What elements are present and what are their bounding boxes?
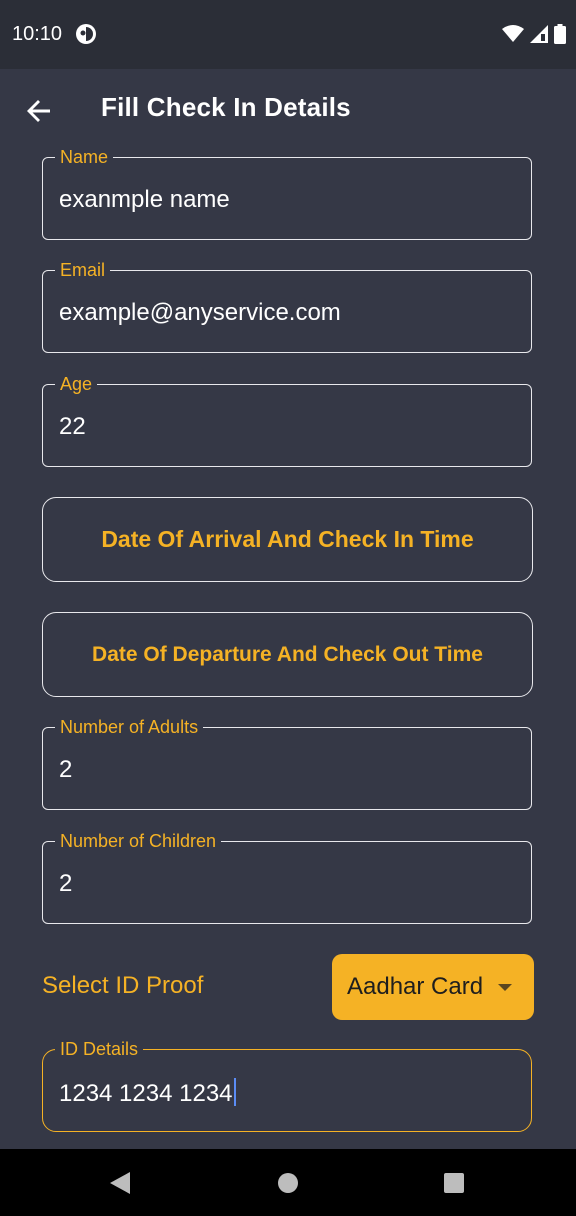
age-field[interactable]: Age 22 — [42, 374, 532, 467]
page-title: Fill Check In Details — [101, 92, 351, 122]
signal-icon — [530, 25, 548, 43]
adults-field[interactable]: Number of Adults 2 — [42, 717, 532, 810]
name-field[interactable]: Name exanmple name — [42, 147, 532, 240]
arrival-datetime-button-label: Date Of Arrival And Check In Time — [101, 526, 474, 552]
age-field-value: 22 — [59, 413, 86, 440]
departure-datetime-button[interactable]: Date Of Departure And Check Out Time — [42, 612, 533, 697]
age-field-label: Age — [55, 374, 98, 394]
departure-datetime-button-label: Date Of Departure And Check Out Time — [92, 642, 483, 666]
wifi-icon — [502, 25, 524, 42]
children-field-label: Number of Children — [55, 831, 222, 851]
id-details-field-value: 1234 1234 1234 — [59, 1078, 236, 1108]
app-bar: Fill Check In Details — [0, 69, 576, 149]
text-cursor — [233, 1078, 236, 1106]
id-proof-dropdown[interactable]: Aadhar Card — [332, 954, 534, 1020]
circle-home-icon[interactable] — [277, 1171, 299, 1195]
name-field-label: Name — [55, 147, 114, 167]
app-notification-icon — [76, 24, 96, 44]
id-details-field[interactable]: ID Details 1234 1234 1234 — [42, 1039, 532, 1132]
arrival-datetime-button[interactable]: Date Of Arrival And Check In Time — [42, 497, 533, 582]
status-icons — [502, 22, 566, 46]
children-field-value: 2 — [59, 870, 73, 897]
status-time: 10:10 — [12, 23, 63, 45]
battery-icon — [554, 24, 566, 44]
id-proof-label: Select ID Proof — [42, 972, 204, 999]
status-bar: 10:10 — [0, 0, 576, 69]
id-details-field-label: ID Details — [55, 1039, 144, 1059]
id-proof-selected: Aadhar Card — [347, 973, 484, 1000]
adults-field-label: Number of Adults — [55, 717, 204, 737]
system-nav-bar — [0, 1149, 576, 1216]
adults-field-value: 2 — [59, 756, 73, 783]
dropdown-arrow-icon — [498, 984, 512, 991]
email-field[interactable]: Email example@anyservice.com — [42, 260, 532, 353]
children-field[interactable]: Number of Children 2 — [42, 831, 532, 924]
name-field-value: exanmple name — [59, 186, 230, 213]
square-recents-icon[interactable] — [443, 1171, 465, 1195]
email-field-label: Email — [55, 260, 111, 280]
email-field-value: example@anyservice.com — [59, 299, 341, 326]
id-details-text: 1234 1234 1234 — [59, 1080, 233, 1107]
back-button[interactable] — [20, 91, 60, 131]
triangle-back-icon[interactable] — [109, 1171, 131, 1195]
arrow-left-icon — [27, 100, 50, 122]
